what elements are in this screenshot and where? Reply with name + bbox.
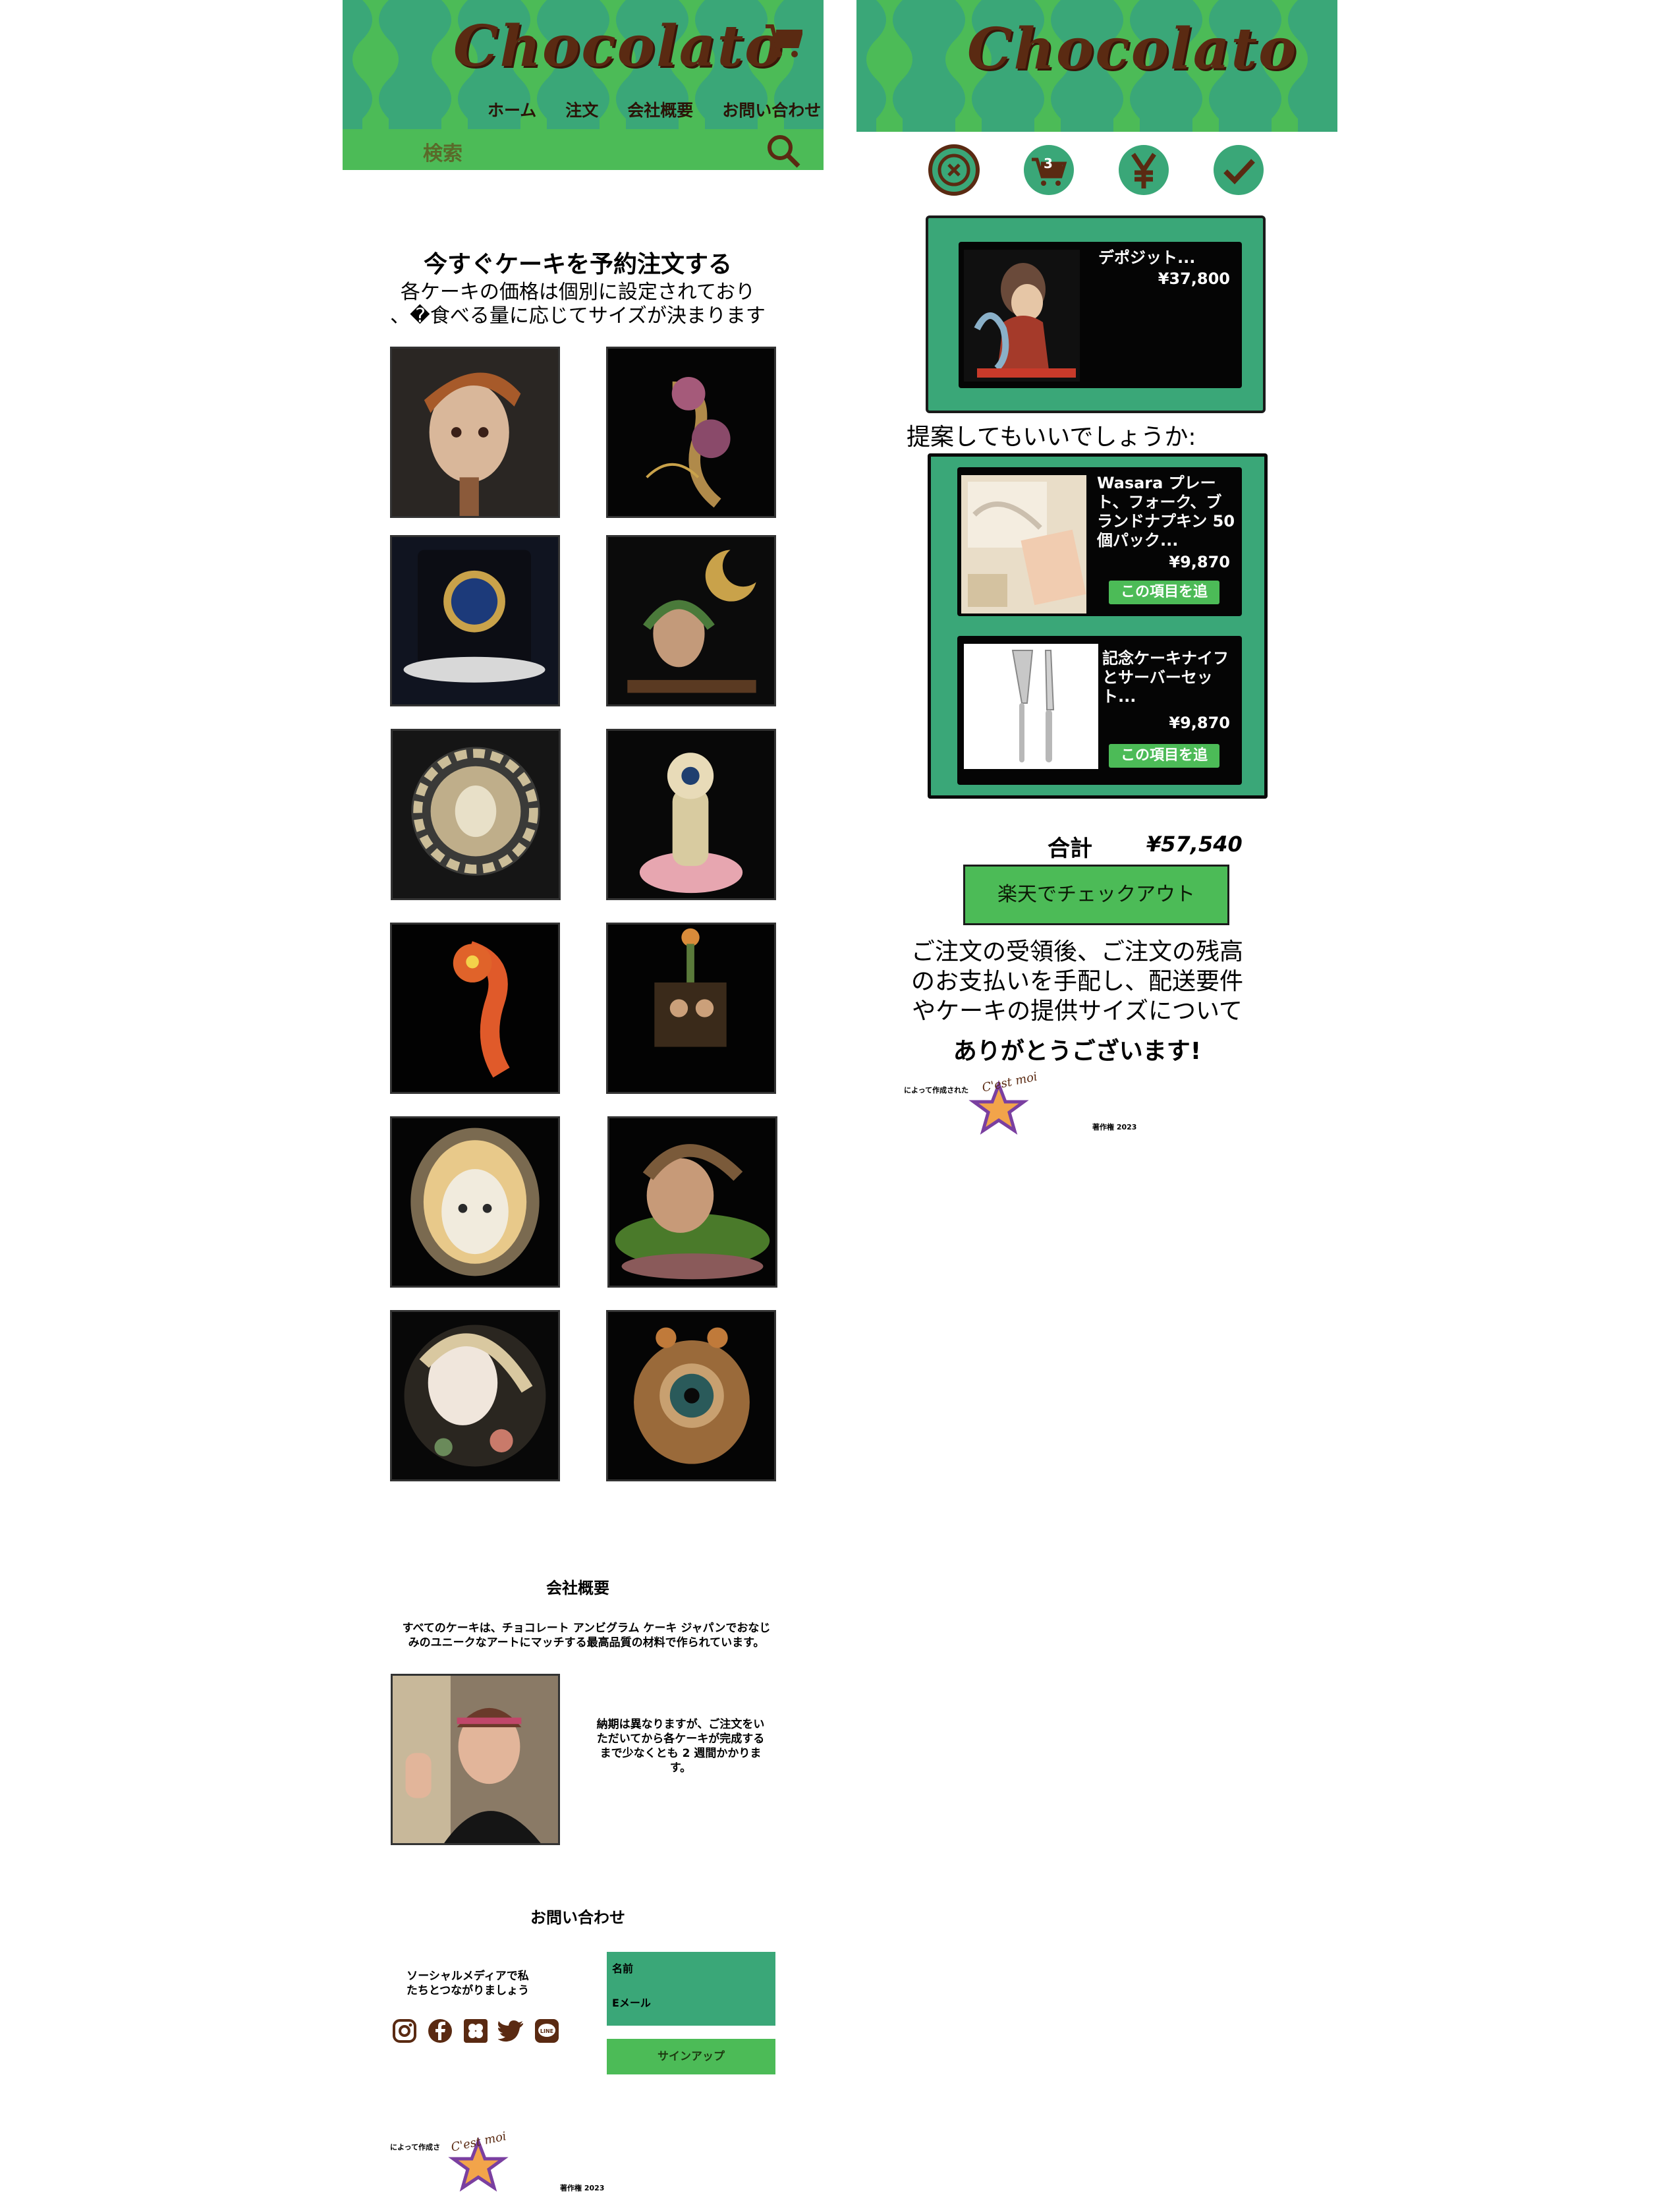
cake-image[interactable] [390,347,560,518]
svg-text:LINE: LINE [540,2028,553,2034]
suggest-title: 提案してもいいでしょうか: [907,424,1196,451]
cake-image[interactable] [606,729,776,900]
suggestion-price: ¥9,870 [1169,553,1230,571]
search-label: 検索 [423,142,462,165]
cake-image[interactable] [606,1310,776,1481]
close-icon[interactable] [928,144,980,196]
baker-photo [391,1674,560,1845]
suggestions-box: Wasara プレート、フォーク、ブランドナプキン 50 個パック... ¥9,… [928,453,1268,799]
search-icon[interactable] [764,133,802,169]
contact-title: お問い合わせ [530,1908,625,1927]
add-item-button[interactable]: この項目を追 [1109,581,1219,604]
cart-step[interactable]: 3 [1022,144,1075,196]
deposit-item[interactable]: デポジット... ¥37,800 [959,242,1242,388]
made-by-text: によって作成された [904,1086,969,1095]
deposit-image [964,250,1080,382]
cake-image[interactable] [390,1116,560,1288]
site-logo[interactable]: Chocolato [453,13,784,80]
suggestion-item[interactable]: 記念ケーキナイフとサーバーセット... ¥9,870 この項目を追 [957,636,1242,785]
cake-image[interactable] [390,923,560,1094]
cake-image[interactable] [391,729,561,900]
suggestion-item[interactable]: Wasara プレート、フォーク、ブランドナプキン 50 個パック... ¥9,… [957,467,1242,616]
total-value: ¥57,540 [1146,832,1243,857]
cake-image[interactable] [390,1310,560,1481]
deposit-name: デポジット... [1098,248,1196,267]
nav-contact[interactable]: お問い合わせ [722,98,821,121]
signup-button[interactable]: サインアップ [607,2039,775,2074]
search-bar[interactable]: 検索 [343,129,824,170]
hero-title: 今すぐケーキを予約注文する [423,251,732,278]
delivery-text: 納期は異なりますが、ご注文をいただいてから各ケーキが完成するまで少なくとも 2 … [596,1718,765,1775]
about-title: 会社概要 [546,1579,609,1597]
instagram-icon[interactable] [391,2018,418,2044]
site-page-panel: Chocolato ホーム 注文 会社概要 お問い合わせ 検索 今すぐケーキを予… [343,0,824,2197]
total-label: 合計 [1048,836,1092,862]
copyright-text: 著作権 2023 [1092,1123,1137,1131]
site-header: Chocolato ホーム 注文 会社概要 お問い合わせ [343,0,824,129]
hero-line-2: 、�食べる量に応じてサイズが決まります [390,304,766,328]
cart-icon[interactable] [764,24,802,61]
social-text: ソーシャルメディアで私たちとつながりましょう [406,1970,530,1997]
suggestion-price: ¥9,870 [1169,714,1230,732]
line-icon[interactable]: LINE [534,2018,560,2044]
thanks-text: ありがとうございます! [953,1038,1202,1065]
suggestion-name: 記念ケーキナイフとサーバーセット... [1102,649,1229,706]
cart-items-box: デポジット... ¥37,800 [926,215,1266,413]
wasara-image [961,475,1086,613]
name-field-label[interactable]: 名前 [612,1960,633,1976]
cart-count: 3 [1044,156,1053,171]
deposit-price: ¥37,800 [1158,270,1230,288]
yen-icon[interactable] [1117,144,1170,196]
made-by-text: によって作成さ [390,2143,441,2152]
cart-page-panel: Chocolato 3 デポジット... ¥37,800 提案してもいいでしょう… [856,0,1337,2197]
cake-image[interactable] [606,923,776,1094]
cake-image[interactable] [606,347,776,518]
nav-about[interactable]: 会社概要 [627,98,693,121]
cake-image[interactable] [390,535,560,706]
suggestion-name: Wasara プレート、フォーク、ブランドナプキン 50 個パック... [1097,474,1235,550]
facebook-icon[interactable] [427,2018,453,2044]
about-text: すべてのケーキは、チョコレート アンビグラム ケーキ ジャパンでおなじみのユニー… [402,1622,771,1649]
site-logo[interactable]: Chocolato [967,16,1298,82]
nav-order[interactable]: 注文 [565,98,598,121]
cart-header: Chocolato [856,0,1337,132]
nav-home[interactable]: ホーム [488,98,536,121]
copyright-text: 著作権 2023 [560,2184,605,2192]
clover-icon[interactable] [462,2018,489,2044]
order-message: ご注文の受領後、ご注文の残高のお支払いを手配し、配送要件やケーキの提供サイズにつ… [910,938,1243,1025]
cake-image[interactable] [607,1116,777,1288]
twitter-icon[interactable] [498,2018,524,2044]
email-field-label[interactable]: Eメール [612,1994,651,2010]
check-icon[interactable] [1212,144,1265,196]
knife-set-image [964,644,1098,769]
add-item-button[interactable]: この項目を追 [1109,744,1219,768]
checkout-button[interactable]: 楽天でチェックアウト [963,865,1229,925]
main-nav: ホーム 注文 会社概要 お問い合わせ [488,98,821,121]
cake-image[interactable] [606,535,776,706]
signup-form: 名前 Eメール [607,1952,775,2026]
